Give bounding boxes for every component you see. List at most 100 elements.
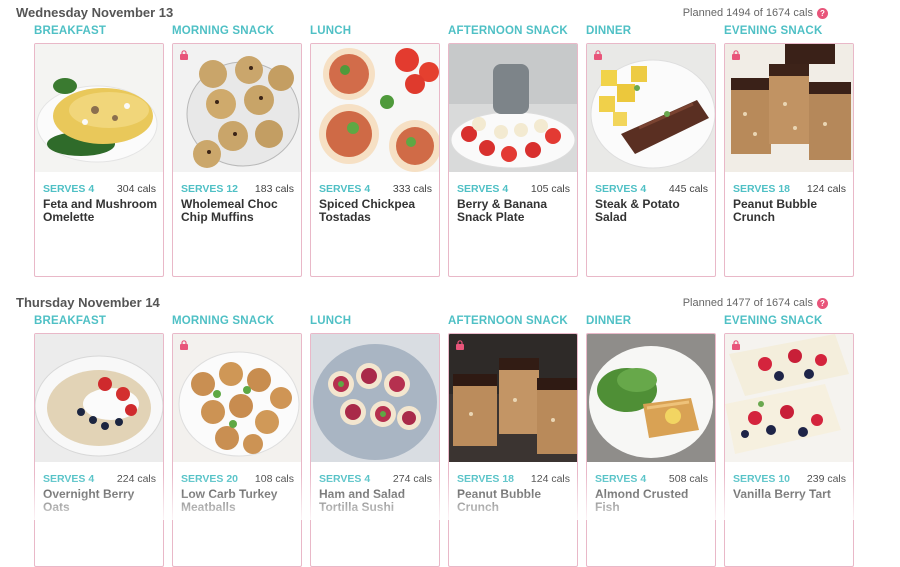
serves-label: SERVES 18: [733, 183, 791, 195]
meal-slot-morning-snack: MORNING SNACK SERVES 12 183 cals Wholeme…: [172, 25, 302, 277]
recipe-name[interactable]: Ham and Salad Tortilla Sushi: [319, 488, 433, 514]
meal-slot-afternoon-snack: AFTERNOON SNACK SERVES 4 105 cals Berry …: [448, 25, 578, 277]
calories-label: 224 cals: [116, 473, 156, 485]
serves-label: SERVES 4: [319, 183, 371, 195]
meal-type-label: AFTERNOON SNACK: [448, 315, 568, 327]
recipe-card[interactable]: SERVES 18 124 cals Peanut Bubble Crunch: [448, 333, 578, 567]
meal-slot-evening-snack: EVENING SNACK SERVES 10 239 cals Vanilla…: [724, 315, 854, 567]
meal-slot-afternoon-snack: AFTERNOON SNACK SERVES 18 124 cals Peanu…: [448, 315, 578, 567]
meal-type-label: AFTERNOON SNACK: [448, 25, 568, 37]
lock-icon: [456, 340, 464, 350]
recipe-name[interactable]: Overnight Berry Oats: [43, 488, 157, 514]
recipe-photo: [449, 334, 577, 462]
recipe-name[interactable]: Steak & Potato Salad: [595, 198, 709, 224]
serves-label: SERVES 4: [43, 473, 95, 485]
meal-slot-lunch: LUNCH SERVES 4 274 cals Ham and Salad To…: [310, 315, 440, 567]
recipe-card[interactable]: SERVES 4 274 cals Ham and Salad Tortilla…: [310, 333, 440, 567]
recipe-card[interactable]: SERVES 4 445 cals Steak & Potato Salad: [586, 43, 716, 277]
day-title: Thursday November 14: [16, 295, 160, 310]
recipe-name[interactable]: Spiced Chickpea Tostadas: [319, 198, 433, 224]
recipe-photo: [449, 44, 577, 172]
recipe-card[interactable]: SERVES 12 183 cals Wholemeal Choc Chip M…: [172, 43, 302, 277]
lock-icon: [180, 340, 188, 350]
recipe-name[interactable]: Peanut Bubble Crunch: [733, 198, 847, 224]
calories-label: 183 cals: [254, 183, 294, 195]
meal-slot-evening-snack: EVENING SNACK SERVES 18 124 cals Peanut …: [724, 25, 854, 277]
meal-type-label: MORNING SNACK: [172, 25, 275, 37]
help-icon[interactable]: ?: [817, 7, 828, 19]
serves-label: SERVES 4: [595, 473, 647, 485]
day-title: Wednesday November 13: [16, 5, 174, 20]
calories-label: 333 cals: [392, 183, 432, 195]
meal-type-label: LUNCH: [310, 315, 352, 327]
recipe-photo: [725, 334, 853, 462]
recipe-name[interactable]: Low Carb Turkey Meatballs: [181, 488, 295, 514]
planned-calories-text: Planned 1477 of 1674 cals: [682, 297, 813, 309]
meal-slot-breakfast: BREAKFAST SERVES 4 304 cals Feta and Mus…: [34, 25, 164, 277]
meal-type-label: BREAKFAST: [34, 315, 107, 327]
recipe-card[interactable]: SERVES 4 224 cals Overnight Berry Oats: [34, 333, 164, 567]
recipe-photo: [311, 334, 439, 462]
recipe-card[interactable]: SERVES 4 333 cals Spiced Chickpea Tostad…: [310, 43, 440, 277]
day-section: Thursday November 14 Planned 1477 of 167…: [0, 295, 900, 567]
calories-label: 124 cals: [530, 473, 570, 485]
meal-slot-breakfast: BREAKFAST SERVES 4 224 cals Overnight Be…: [34, 315, 164, 567]
recipe-photo: [35, 334, 163, 462]
meal-type-label: LUNCH: [310, 25, 352, 37]
calories-label: 105 cals: [530, 183, 570, 195]
recipe-photo: [587, 44, 715, 172]
serves-label: SERVES 4: [457, 183, 509, 195]
meal-type-label: DINNER: [586, 315, 632, 327]
serves-label: SERVES 10: [733, 473, 791, 485]
recipe-photo: [35, 44, 163, 172]
serves-label: SERVES 4: [595, 183, 647, 195]
meal-type-label: MORNING SNACK: [172, 315, 275, 327]
meal-slot-dinner: DINNER SERVES 4 445 cals Steak & Potato …: [586, 25, 716, 277]
recipe-card[interactable]: SERVES 18 124 cals Peanut Bubble Crunch: [724, 43, 854, 277]
recipe-card[interactable]: SERVES 4 508 cals Almond Crusted Fish: [586, 333, 716, 567]
serves-label: SERVES 20: [181, 473, 239, 485]
serves-label: SERVES 4: [319, 473, 371, 485]
recipe-name[interactable]: Almond Crusted Fish: [595, 488, 709, 514]
recipe-photo: [173, 44, 301, 172]
lock-icon: [180, 50, 188, 60]
help-icon[interactable]: ?: [817, 297, 828, 309]
calories-label: 508 cals: [668, 473, 708, 485]
meal-slot-dinner: DINNER SERVES 4 508 cals Almond Crusted …: [586, 315, 716, 567]
recipe-card[interactable]: SERVES 4 304 cals Feta and Mushroom Omel…: [34, 43, 164, 277]
serves-label: SERVES 12: [181, 183, 239, 195]
recipe-photo: [173, 334, 301, 462]
planned-calories-text: Planned 1494 of 1674 cals: [682, 7, 813, 19]
planned-calories: Planned 1494 of 1674 cals ?: [683, 7, 828, 19]
recipe-name[interactable]: Peanut Bubble Crunch: [457, 488, 571, 514]
recipe-card[interactable]: SERVES 4 105 cals Berry & Banana Snack P…: [448, 43, 578, 277]
meal-type-label: EVENING SNACK: [724, 25, 823, 37]
calories-label: 274 cals: [392, 473, 432, 485]
meal-type-label: EVENING SNACK: [724, 315, 823, 327]
meal-type-label: DINNER: [586, 25, 632, 37]
calories-label: 124 cals: [806, 183, 846, 195]
meal-slot-lunch: LUNCH SERVES 4 333 cals Spiced Chickpea …: [310, 25, 440, 277]
recipe-card[interactable]: SERVES 20 108 cals Low Carb Turkey Meatb…: [172, 333, 302, 567]
planned-calories: Planned 1477 of 1674 cals ?: [683, 297, 828, 309]
calories-label: 239 cals: [806, 473, 846, 485]
recipe-name[interactable]: Berry & Banana Snack Plate: [457, 198, 571, 224]
recipe-card[interactable]: SERVES 10 239 cals Vanilla Berry Tart: [724, 333, 854, 567]
recipe-photo: [725, 44, 853, 172]
recipe-photo: [311, 44, 439, 172]
lock-icon: [732, 50, 740, 60]
meal-slot-morning-snack: MORNING SNACK SERVES 20 108 cals Low Car…: [172, 315, 302, 567]
recipe-name[interactable]: Feta and Mushroom Omelette: [43, 198, 157, 224]
lock-icon: [732, 340, 740, 350]
serves-label: SERVES 18: [457, 473, 515, 485]
recipe-name[interactable]: Vanilla Berry Tart: [733, 488, 847, 501]
serves-label: SERVES 4: [43, 183, 95, 195]
lock-icon: [594, 50, 602, 60]
recipe-photo: [587, 334, 715, 462]
calories-label: 108 cals: [254, 473, 294, 485]
calories-label: 304 cals: [116, 183, 156, 195]
day-section: Wednesday November 13 Planned 1494 of 16…: [0, 5, 900, 280]
recipe-name[interactable]: Wholemeal Choc Chip Muffins: [181, 198, 295, 224]
calories-label: 445 cals: [668, 183, 708, 195]
meal-type-label: BREAKFAST: [34, 25, 107, 37]
